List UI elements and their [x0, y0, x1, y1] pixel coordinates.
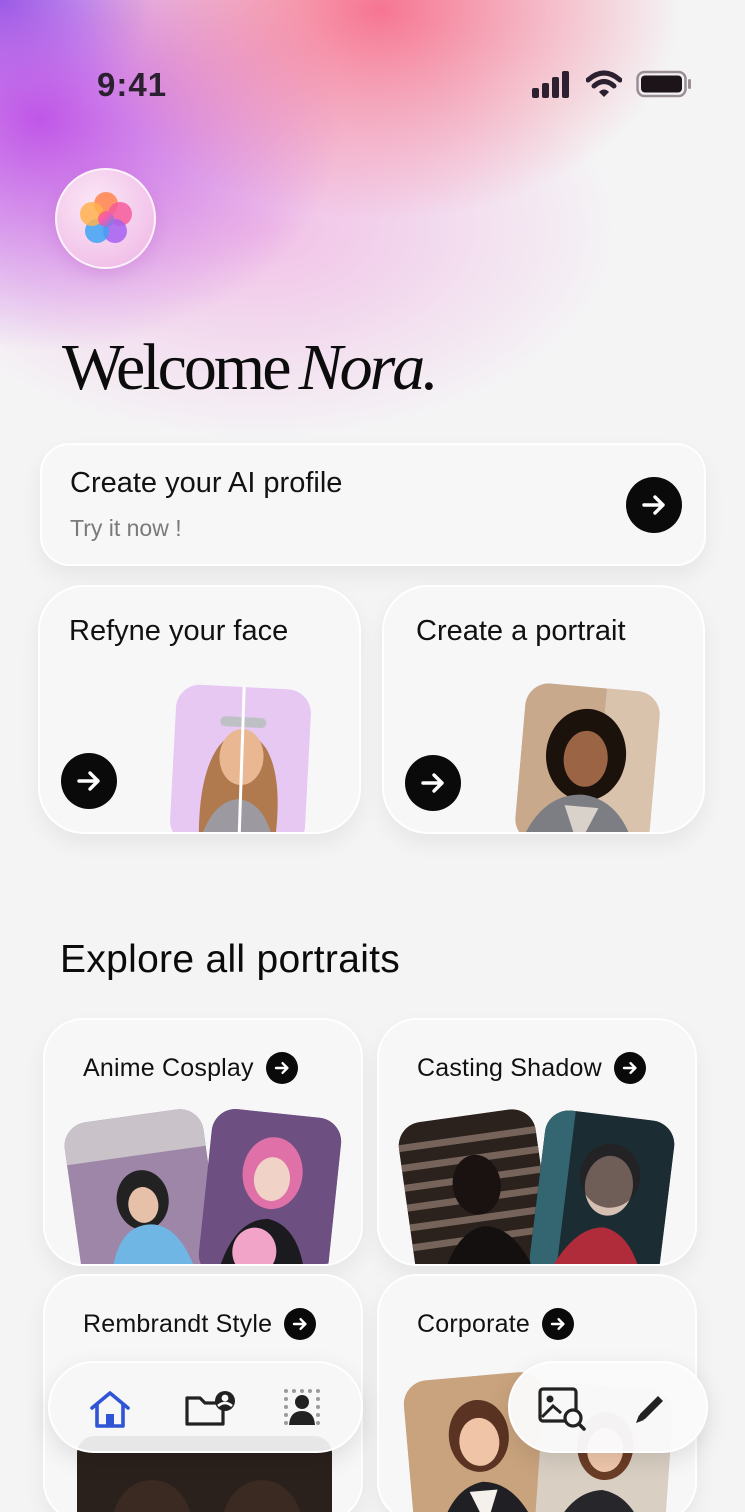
create-portrait-title: Create a portrait — [416, 615, 626, 647]
anime-cosplay-image-2 — [196, 1106, 344, 1264]
arrow-right-icon — [550, 1318, 565, 1330]
refyne-face-arrow-button[interactable] — [61, 753, 117, 809]
refyne-face-title: Refyne your face — [69, 615, 289, 647]
portrait-sample-image — [513, 681, 662, 832]
home-icon — [90, 1391, 130, 1428]
profile-folder-icon — [185, 1391, 235, 1426]
category-header: Anime Cosplay — [83, 1052, 298, 1084]
category-label: Corporate — [417, 1309, 530, 1338]
welcome-heading: Welcome Nora. — [62, 330, 439, 406]
nav-profiles[interactable] — [182, 1387, 238, 1431]
flower-logo-icon — [79, 191, 132, 243]
portrait-grid-icon — [284, 1389, 320, 1425]
status-icons — [532, 70, 692, 98]
create-portrait-card[interactable]: Create a portrait — [382, 585, 705, 834]
nav-portraits[interactable] — [280, 1385, 328, 1433]
category-card-anime-cosplay[interactable]: Anime Cosplay — [43, 1018, 363, 1266]
face-comparison-image — [168, 683, 313, 832]
nav-image-search[interactable] — [536, 1385, 588, 1433]
ai-profile-subtitle: Try it now ! — [70, 515, 182, 541]
category-label: Anime Cosplay — [83, 1053, 254, 1082]
refyne-face-card[interactable]: Refyne your face — [38, 585, 361, 834]
arrow-right-icon — [274, 1062, 289, 1074]
bottom-nav-tools — [508, 1361, 708, 1453]
nav-home[interactable] — [86, 1387, 134, 1431]
user-name: Nora. — [298, 331, 439, 404]
category-arrow-button[interactable] — [265, 1052, 298, 1084]
category-label: Rembrandt Style — [83, 1309, 273, 1338]
welcome-text: Welcome — [62, 331, 292, 404]
wifi-icon — [586, 70, 622, 97]
arrow-right-icon — [293, 1318, 307, 1330]
create-portrait-arrow-button[interactable] — [405, 755, 461, 811]
category-header: Rembrandt Style — [83, 1308, 317, 1340]
category-arrow-button[interactable] — [613, 1052, 646, 1084]
signal-icon — [532, 71, 569, 98]
create-ai-profile-card[interactable]: Create your AI profile Try it now ! — [40, 443, 706, 566]
arrow-right-icon — [421, 773, 444, 793]
category-arrow-button[interactable] — [284, 1308, 317, 1340]
arrow-right-icon — [642, 495, 665, 515]
category-header: Corporate — [417, 1308, 574, 1340]
category-card-casting-shadow[interactable]: Casting Shadow — [377, 1018, 697, 1266]
category-label: Casting Shadow — [417, 1053, 602, 1082]
ai-profile-title: Create your AI profile — [70, 467, 343, 499]
battery-icon — [636, 70, 691, 98]
casting-shadow-image-2 — [527, 1107, 677, 1264]
bottom-nav-main — [48, 1361, 363, 1453]
ai-profile-arrow-button[interactable] — [626, 477, 682, 533]
arrow-right-icon — [622, 1062, 637, 1074]
status-time: 9:41 — [97, 66, 168, 103]
app-logo[interactable] — [55, 168, 156, 269]
nav-edit[interactable] — [628, 1387, 672, 1431]
image-search-icon — [538, 1387, 586, 1431]
category-header: Casting Shadow — [417, 1052, 646, 1084]
arrow-right-icon — [77, 771, 100, 791]
explore-section-title: Explore all portraits — [60, 938, 401, 981]
pencil-icon — [636, 1396, 663, 1423]
category-arrow-button[interactable] — [541, 1308, 574, 1340]
